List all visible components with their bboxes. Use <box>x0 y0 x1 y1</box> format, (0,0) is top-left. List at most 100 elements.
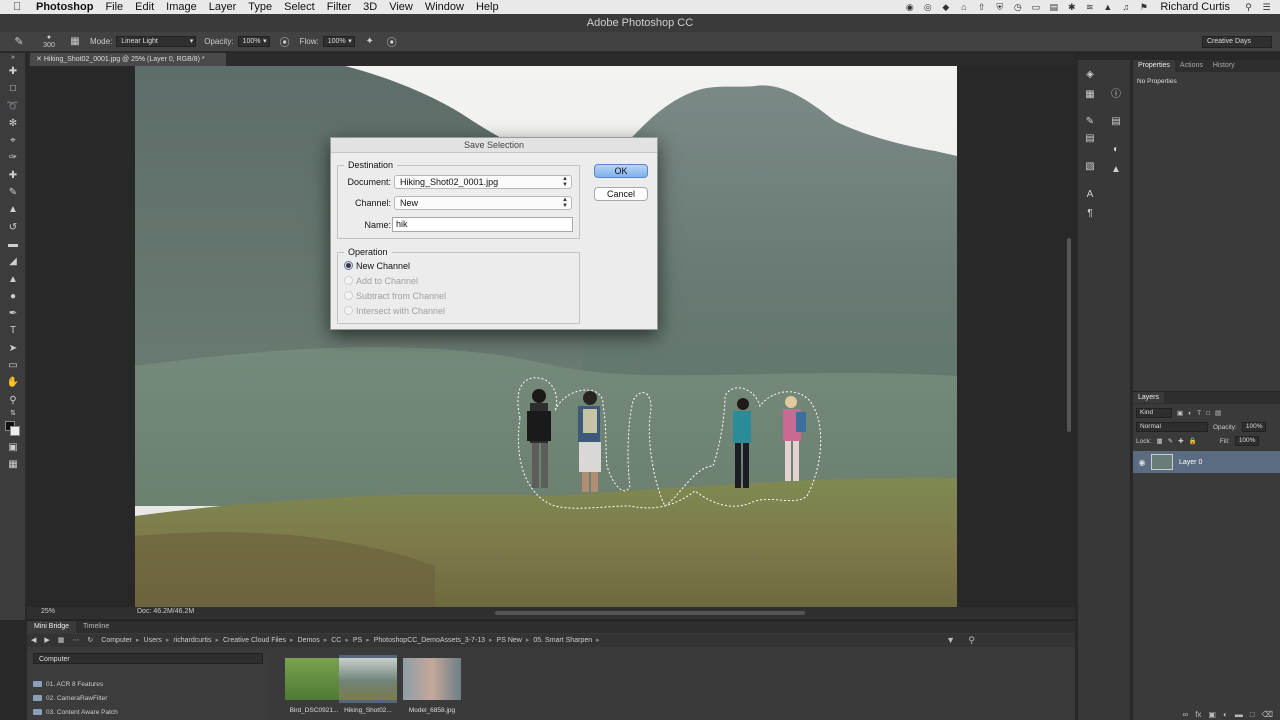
add-mask-icon[interactable]: ▣ <box>1208 710 1216 719</box>
breadcrumb-item[interactable]: PS New <box>493 634 526 647</box>
brush-size-picker[interactable]: ● 300 <box>38 34 60 50</box>
shield-icon[interactable]: ⛨ <box>994 2 1005 12</box>
flag-icon[interactable]: ⚑ <box>1138 2 1149 12</box>
menu-window[interactable]: Window <box>419 1 470 13</box>
clone-source-icon[interactable]: ▤ <box>1083 132 1097 146</box>
home-icon[interactable]: ⌂ <box>958 2 969 12</box>
lock-image-icon[interactable]: ✎ <box>1168 437 1173 445</box>
filter-shape-icon[interactable]: □ <box>1206 410 1210 417</box>
channel-name-input[interactable]: hik <box>392 217 573 232</box>
healing-brush-tool-icon[interactable]: ✚ <box>0 167 26 184</box>
user-name[interactable]: Richard Curtis <box>1160 1 1230 13</box>
document-tab[interactable]: ✕ Hiking_Shot02_0001.jpg @ 25% (Layer 0,… <box>30 53 226 66</box>
volume-icon[interactable]: ♫ <box>1120 2 1131 12</box>
zoom-tool-icon[interactable]: ⚲ <box>0 392 26 409</box>
lock-all-icon[interactable]: 🔒 <box>1189 437 1197 445</box>
3d-icon[interactable]: ◈ <box>1083 68 1097 82</box>
layer-row[interactable]: ◉ Layer 0 <box>1133 451 1280 473</box>
panel-view-icon[interactable]: ▦ <box>54 634 69 647</box>
info-icon[interactable]: ⓘ <box>1109 88 1123 102</box>
menu-help[interactable]: Help <box>470 1 505 13</box>
tab-mini-bridge[interactable]: Mini Bridge <box>27 621 77 633</box>
paint-bucket-tool-icon[interactable]: ◢ <box>0 253 26 270</box>
blend-mode-select[interactable]: Normal <box>1136 422 1208 432</box>
paragraph-icon[interactable]: ¶ <box>1083 207 1097 221</box>
location-select[interactable]: Computer <box>33 653 263 664</box>
properties-icon[interactable]: ▤ <box>1109 115 1123 129</box>
channel-select[interactable]: New ▲ ▼ <box>394 196 572 210</box>
breadcrumb-item[interactable]: Computer <box>97 634 136 647</box>
histogram-icon[interactable]: ▦ <box>1083 88 1097 102</box>
thumbnail-item[interactable]: Model_6858.jpg <box>403 655 461 714</box>
breadcrumb-item[interactable]: Demos <box>294 634 324 647</box>
creative-cloud-icon[interactable]: ◎ <box>922 2 933 12</box>
crop-tool-icon[interactable]: ⌖ <box>0 132 26 149</box>
filter-kind-select[interactable]: Kind <box>1136 408 1172 418</box>
breadcrumb-item[interactable]: Creative Cloud Files <box>219 634 290 647</box>
type-tool-icon[interactable]: T <box>0 322 26 339</box>
filter-type-icon[interactable]: T <box>1197 410 1201 417</box>
marquee-tool-icon[interactable]: □ <box>0 80 26 97</box>
display-icon[interactable]: ▤ <box>1048 2 1059 12</box>
ok-button[interactable]: OK <box>594 164 648 178</box>
document-select[interactable]: Hiking_Shot02_0001.jpg ▲ ▼ <box>394 175 572 189</box>
menu-3d[interactable]: 3D <box>357 1 383 13</box>
layer-opacity-field[interactable]: 100% <box>1241 422 1267 432</box>
new-layer-icon[interactable]: □ <box>1250 710 1255 719</box>
menu-view[interactable]: View <box>383 1 419 13</box>
workspace-switcher[interactable]: Creative Days <box>1202 36 1272 48</box>
layer-style-icon[interactable]: fx <box>1195 710 1201 719</box>
breadcrumb-item[interactable]: Users <box>140 634 166 647</box>
radio-new-channel[interactable]: New Channel <box>344 261 410 271</box>
brush-tool-icon[interactable]: ✎ <box>0 184 26 201</box>
folder-item[interactable]: 02. CameraRawFilter <box>27 692 269 706</box>
menu-app-photoshop[interactable]: Photoshop <box>36 1 99 13</box>
mode-select[interactable]: Linear Light <box>116 36 197 47</box>
breadcrumb-item[interactable]: CC <box>327 634 345 647</box>
canvas-vertical-scrollbar[interactable] <box>1067 238 1071 432</box>
zoom-level[interactable]: 25% <box>41 608 55 615</box>
quick-selection-tool-icon[interactable]: ✻ <box>0 115 26 132</box>
document-info[interactable]: Doc: 46.2M/46.2M <box>137 608 194 615</box>
menu-image[interactable]: Image <box>160 1 203 13</box>
visibility-eye-icon[interactable]: ◉ <box>1133 458 1151 467</box>
link-layers-icon[interactable]: ∞ <box>1183 710 1189 719</box>
camera-icon[interactable]: ◉ <box>904 2 915 12</box>
apple-menu-icon[interactable]:  <box>13 1 27 13</box>
opacity-field[interactable]: 100% <box>237 36 270 47</box>
brush-tool-preset-icon[interactable]: ✎ <box>10 35 28 48</box>
sync-icon[interactable]: ↻ <box>83 634 97 647</box>
screen-mode-icon[interactable]: ▦ <box>0 456 26 473</box>
blur-tool-icon[interactable]: ▲ <box>0 271 26 288</box>
breadcrumb-item[interactable]: 05. Smart Sharpen <box>529 634 596 647</box>
pen-tool-icon[interactable]: ✒ <box>0 305 26 322</box>
folder-item[interactable]: 01. ACR 8 Features <box>27 678 269 692</box>
menu-type[interactable]: Type <box>242 1 278 13</box>
history-brush-tool-icon[interactable]: ↺ <box>0 219 26 236</box>
quick-mask-icon[interactable]: ▣ <box>0 439 26 456</box>
clone-stamp-tool-icon[interactable]: ▲ <box>0 201 26 218</box>
brush-panel-toggle-icon[interactable]: ▦ <box>68 36 82 47</box>
delete-layer-icon[interactable]: ⌫ <box>1262 710 1273 719</box>
tool-presets-icon[interactable]: ▧ <box>1083 160 1097 174</box>
pressure-opacity-icon[interactable]: ⦿ <box>278 34 292 49</box>
back-icon[interactable]: ◀ <box>27 634 40 647</box>
spotlight-search-icon[interactable]: ⚲ <box>1243 2 1254 12</box>
filter-pixel-icon[interactable]: ▣ <box>1177 409 1183 417</box>
fill-field[interactable]: 100% <box>1234 436 1260 446</box>
menu-layer[interactable]: Layer <box>203 1 243 13</box>
styles-icon[interactable]: ▲ <box>1109 163 1123 177</box>
new-adjustment-icon[interactable]: ◐ <box>1223 710 1228 719</box>
new-group-icon[interactable]: ▬ <box>1235 710 1243 719</box>
toolbox-collapse-icon[interactable]: » <box>0 53 26 63</box>
upload-icon[interactable]: ⇧ <box>976 2 987 12</box>
path-selection-tool-icon[interactable]: ➤ <box>0 340 26 357</box>
tab-timeline[interactable]: Timeline <box>76 621 116 633</box>
rectangle-tool-icon[interactable]: ▭ <box>0 357 26 374</box>
notification-list-icon[interactable]: ☰ <box>1261 2 1272 12</box>
flow-field[interactable]: 100% <box>322 36 355 47</box>
forward-icon[interactable]: ▶ <box>40 634 53 647</box>
folder-item[interactable]: 03. Content Aware Patch <box>27 706 269 720</box>
airbrush-icon[interactable]: ✦ <box>363 36 377 47</box>
filter-icon[interactable]: ▼ <box>946 634 955 647</box>
